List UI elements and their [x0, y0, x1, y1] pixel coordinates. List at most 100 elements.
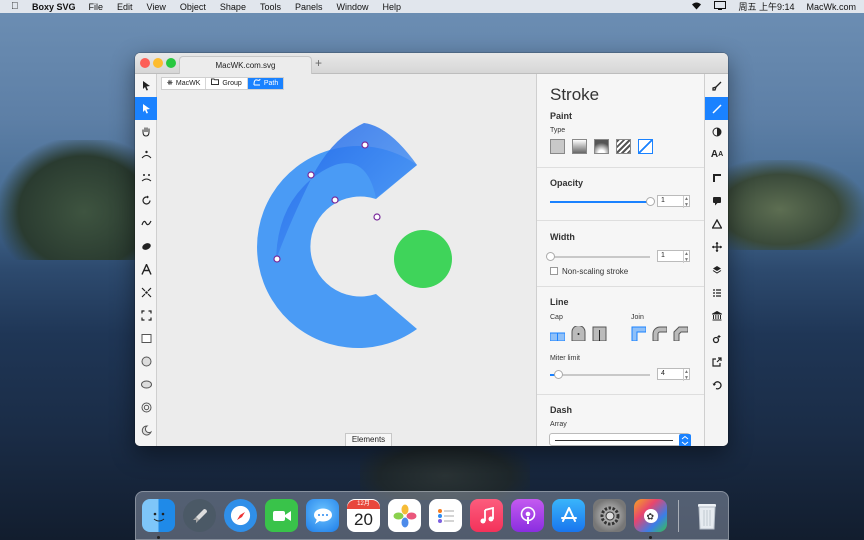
text-tool-icon[interactable] — [135, 258, 157, 281]
cap-butt-button[interactable] — [549, 326, 566, 342]
launchpad-icon[interactable] — [183, 499, 216, 532]
arrange-panel-icon[interactable] — [705, 235, 728, 258]
paint-type-linear-gradient-button[interactable] — [572, 139, 587, 154]
menu-object[interactable]: Object — [180, 2, 206, 12]
minimize-button[interactable] — [153, 58, 163, 68]
layers-panel-icon[interactable] — [705, 258, 728, 281]
menu-shape[interactable]: Shape — [220, 2, 246, 12]
ellipse-tool-icon[interactable] — [135, 373, 157, 396]
system-preferences-icon[interactable] — [593, 499, 626, 532]
rectangle-tool-icon[interactable] — [135, 327, 157, 350]
menu-help[interactable]: Help — [383, 2, 402, 12]
new-tab-button[interactable]: + — [315, 56, 322, 70]
document-tab[interactable]: MacWK.com.svg — [179, 56, 312, 74]
paint-type-pattern-button[interactable] — [616, 139, 631, 154]
miter-slider-track[interactable] — [550, 374, 650, 376]
width-input[interactable]: 1 ▲ ▼ — [657, 250, 690, 263]
menu-window[interactable]: Window — [337, 2, 369, 12]
trash-icon[interactable] — [690, 499, 723, 532]
fill-panel-icon[interactable] — [705, 74, 728, 97]
blob-tool-icon[interactable] — [135, 235, 157, 258]
reminders-icon[interactable] — [429, 499, 462, 532]
menu-bar:  Boxy SVG File Edit View Object Shape T… — [0, 0, 864, 13]
pan-tool-icon[interactable] — [135, 120, 157, 143]
typography-panel-icon[interactable]: AA — [705, 143, 728, 166]
history-panel-icon[interactable] — [705, 373, 728, 396]
finder-icon[interactable] — [142, 499, 175, 532]
edit-tool-icon[interactable] — [135, 97, 157, 120]
geometry-panel-icon[interactable] — [705, 212, 728, 235]
frame-tool-icon[interactable] — [135, 304, 157, 327]
clock[interactable]: 周五 上午9:14 — [738, 0, 794, 13]
menu-panels[interactable]: Panels — [295, 2, 323, 12]
paint-type-none-selected-button[interactable] — [638, 139, 653, 154]
library-panel-icon[interactable] — [705, 304, 728, 327]
menu-view[interactable]: View — [147, 2, 166, 12]
breadcrumb-item-group[interactable]: Group — [206, 78, 248, 89]
generators-panel-icon[interactable] — [705, 327, 728, 350]
path-icon — [253, 78, 261, 90]
messages-icon[interactable] — [306, 499, 339, 532]
wifi-icon[interactable] — [691, 1, 702, 12]
export-panel-icon[interactable] — [705, 350, 728, 373]
paint-type-none-button[interactable] — [550, 139, 565, 154]
title-bar[interactable]: MacWK.com.svg + — [135, 53, 728, 74]
join-round-button[interactable] — [652, 326, 668, 342]
circle-tool-icon[interactable] — [135, 350, 157, 373]
artwork[interactable] — [157, 74, 536, 446]
join-miter-button[interactable] — [631, 326, 647, 342]
width-slider-handle[interactable] — [546, 252, 555, 261]
cap-round-button[interactable] — [571, 325, 586, 342]
objects-panel-icon[interactable] — [705, 281, 728, 304]
bezier-tool-icon[interactable] — [135, 166, 157, 189]
paint-type-radial-gradient-button[interactable] — [594, 139, 609, 154]
breadcrumb-item-path[interactable]: Path — [247, 78, 284, 90]
rotate-tool-icon[interactable] — [135, 189, 157, 212]
width-slider-track[interactable] — [550, 256, 650, 258]
zoom-button[interactable] — [166, 58, 176, 68]
opacity-input[interactable]: 1 ▲ ▼ — [657, 195, 690, 208]
elements-panel-button[interactable]: Elements — [345, 433, 392, 446]
drawing-canvas[interactable]: Elements — [157, 74, 536, 446]
miter-limit-input[interactable]: 4 ▲ ▼ — [657, 368, 690, 381]
freehand-tool-icon[interactable] — [135, 212, 157, 235]
podcasts-icon[interactable] — [511, 499, 544, 532]
transform-tool-icon[interactable] — [135, 74, 157, 97]
boxy-svg-icon[interactable]: ✿ — [634, 499, 667, 532]
dash-array-select[interactable] — [549, 433, 691, 446]
comment-panel-icon[interactable] — [705, 189, 728, 212]
opacity-slider-handle[interactable] — [646, 197, 655, 206]
join-bevel-button[interactable] — [673, 326, 689, 342]
music-icon[interactable] — [470, 499, 503, 532]
cap-square-button[interactable] — [592, 326, 607, 342]
miter-limit-stepper[interactable]: ▲ ▼ — [683, 369, 689, 381]
ruler-panel-icon[interactable] — [705, 166, 728, 189]
arc-tool-icon[interactable] — [135, 143, 157, 166]
stroke-panel-icon[interactable] — [705, 97, 728, 120]
menu-tools[interactable]: Tools — [260, 2, 281, 12]
menu-file[interactable]: File — [89, 2, 104, 12]
menubar-site-label[interactable]: MacWk.com — [807, 2, 857, 12]
facetime-icon[interactable] — [265, 499, 298, 532]
width-stepper[interactable]: ▲ ▼ — [683, 251, 689, 263]
opacity-stepper[interactable]: ▲ ▼ — [683, 196, 689, 208]
apple-icon[interactable]:  — [11, 1, 23, 12]
logo-green-dot[interactable] — [394, 230, 452, 288]
ring-tool-icon[interactable] — [135, 396, 157, 419]
photos-icon[interactable] — [388, 499, 421, 532]
menu-edit[interactable]: Edit — [117, 2, 133, 12]
safari-icon[interactable] — [224, 499, 257, 532]
crop-tool-icon[interactable] — [135, 281, 157, 304]
section-divider — [537, 220, 705, 221]
non-scaling-stroke-checkbox[interactable] — [550, 267, 558, 275]
close-button[interactable] — [140, 58, 150, 68]
breadcrumb-item-macwk[interactable]: ❋ MacWK — [162, 78, 207, 89]
app-menu[interactable]: Boxy SVG — [32, 2, 76, 12]
miter-slider-handle[interactable] — [554, 370, 563, 379]
menubar-status-area: 周五 上午9:14 MacWk.com — [679, 0, 864, 13]
calendar-icon[interactable]: 12月 20 — [347, 499, 380, 532]
compositing-panel-icon[interactable] — [705, 120, 728, 143]
app-store-icon[interactable] — [552, 499, 585, 532]
display-icon[interactable] — [714, 1, 727, 12]
crescent-tool-icon[interactable] — [135, 419, 157, 442]
